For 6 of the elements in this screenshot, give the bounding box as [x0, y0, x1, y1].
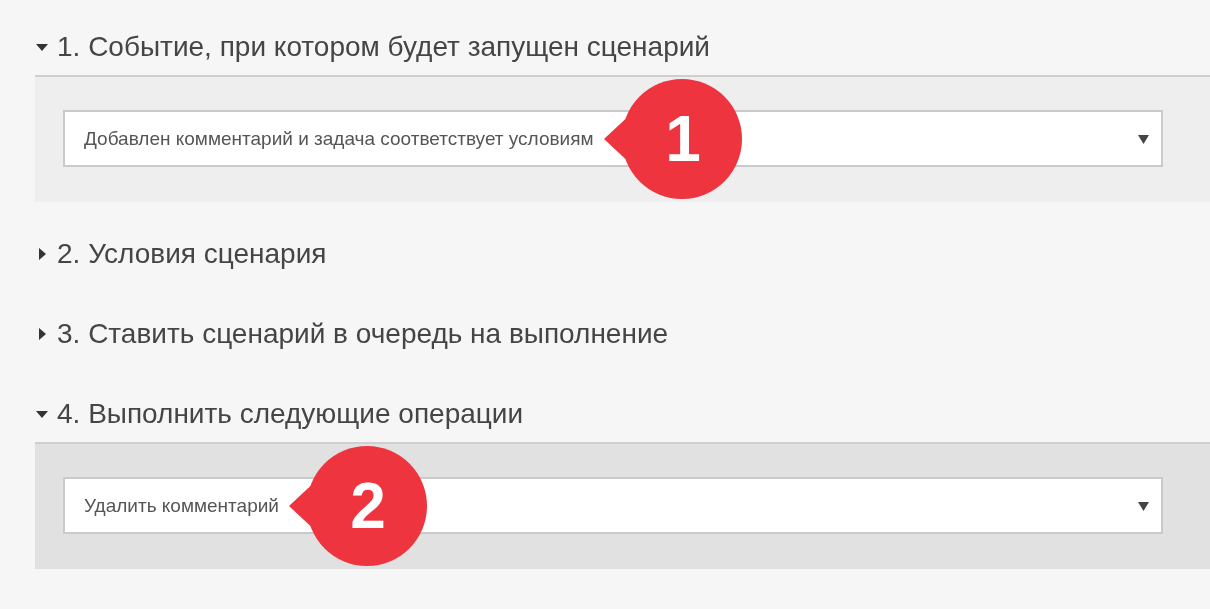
section-title[interactable]: 2. Условия сценария	[57, 238, 327, 270]
caret-down-icon[interactable]	[1138, 133, 1149, 144]
section-title[interactable]: 4. Выполнить следующие операции	[57, 398, 524, 430]
section-title[interactable]: 3. Ставить сценарий в очередь на выполнение	[57, 318, 669, 350]
caret-down-icon[interactable]	[1138, 500, 1149, 511]
section-title[interactable]: 1. Событие, при котором будет запущен сценарий	[57, 31, 710, 63]
